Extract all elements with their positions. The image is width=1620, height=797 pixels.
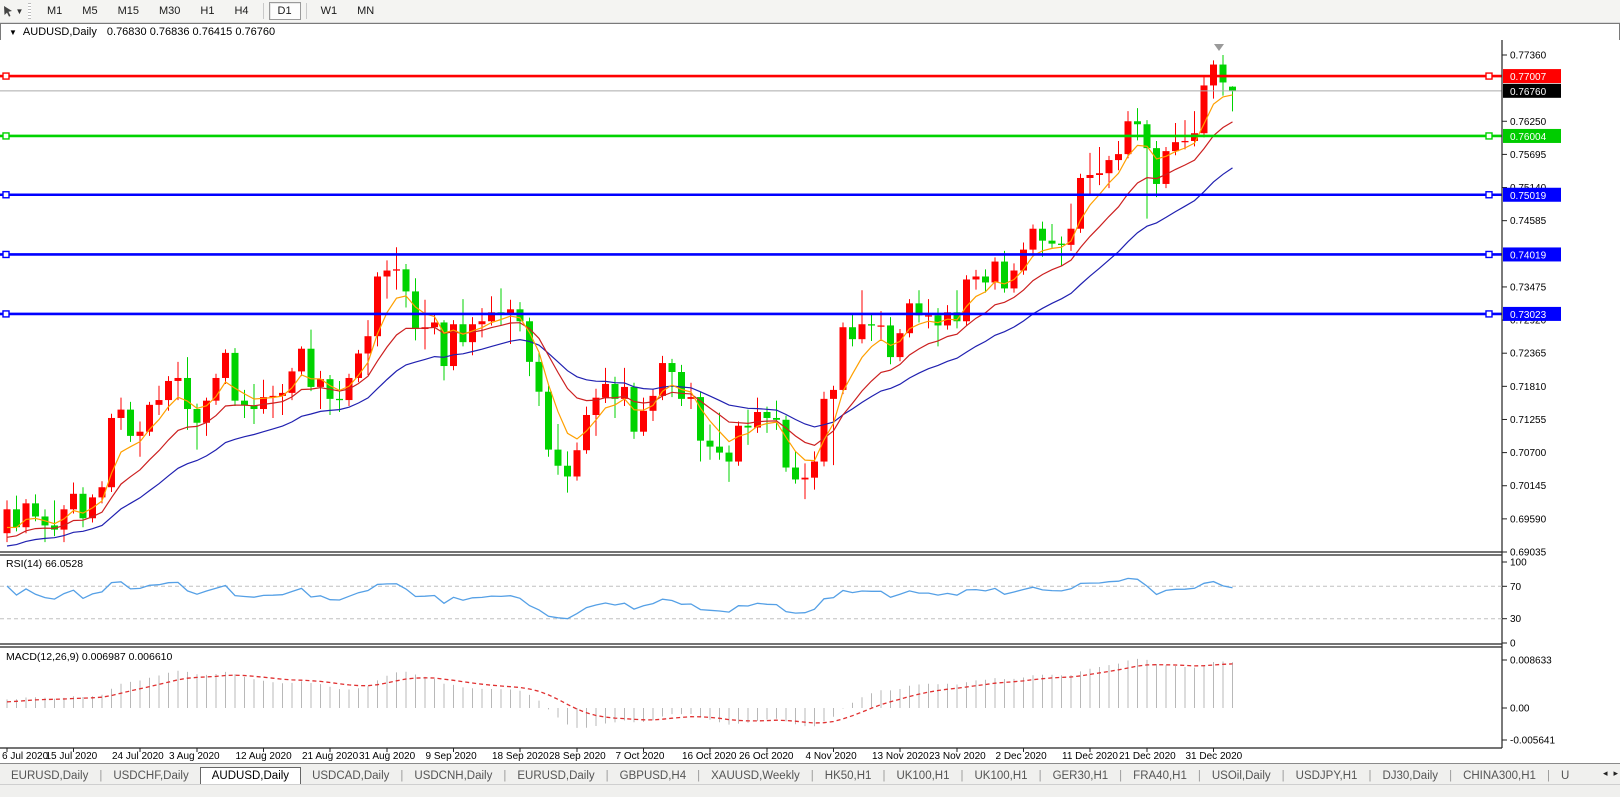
symbol-tab-usdcnh-daily[interactable]: USDCNH,Daily [403, 767, 503, 785]
timeframe-button-d1[interactable]: D1 [268, 2, 301, 20]
collapse-triangle-icon[interactable]: ▼ [9, 28, 17, 37]
rsi-axis-label: 70 [1510, 582, 1522, 593]
date-axis-label: 11 Dec 2020 [1062, 751, 1118, 762]
symbol-tab-audusd-daily[interactable]: AUDUSD,Daily [199, 767, 302, 785]
tabs-scroll-right-button[interactable]: ▸ [1613, 768, 1618, 779]
hline-handle[interactable] [2, 310, 10, 318]
symbol-tab-usoil-daily[interactable]: USOil,Daily [1201, 767, 1282, 785]
timeframe-button-m1[interactable]: M1 [38, 2, 71, 20]
chart-ohlc-readout: 0.76830 0.76836 0.76415 0.76760 [106, 26, 276, 38]
date-axis-label: 16 Oct 2020 [682, 751, 737, 762]
price-axis-label: 0.70700 [1510, 448, 1547, 459]
symbol-tab-uk100-h1[interactable]: UK100,H1 [964, 767, 1039, 785]
macd-axis-label: -0.005641 [1510, 736, 1555, 747]
symbol-tab-usdjpy-h1[interactable]: USDJPY,H1 [1285, 767, 1369, 785]
hline-handle[interactable] [2, 72, 10, 80]
timeframe-button-m30[interactable]: M30 [150, 2, 189, 20]
symbol-tab-usdcad-daily[interactable]: USDCAD,Daily [301, 767, 400, 785]
symbol-tab-xauusd-weekly[interactable]: XAUUSD,Weekly [700, 767, 811, 785]
timeframe-button-h4[interactable]: H4 [225, 2, 257, 20]
tabs-scroll-left-button[interactable]: ◂ [1603, 768, 1608, 779]
date-axis-label: 4 Nov 2020 [806, 751, 858, 762]
hline-handle[interactable] [1485, 191, 1493, 199]
price-axis-label: 0.69590 [1510, 514, 1547, 525]
price-axis-label: 0.72365 [1510, 349, 1547, 360]
date-axis-label: 28 Sep 2020 [549, 751, 606, 762]
price-badge-label: 0.76760 [1510, 87, 1547, 98]
date-axis-label: 3 Aug 2020 [169, 751, 220, 762]
rsi-axis-label: 100 [1510, 558, 1527, 569]
date-axis-label: 23 Nov 2020 [929, 751, 986, 762]
date-axis-label: 21 Aug 2020 [302, 751, 359, 762]
date-axis-label: 31 Dec 2020 [1186, 751, 1243, 762]
symbol-tab-dj30-daily[interactable]: DJ30,Daily [1371, 767, 1449, 785]
chart-canvas[interactable]: 0.773600.762500.756950.751400.745850.734… [0, 40, 1620, 762]
price-axis-label: 0.74585 [1510, 216, 1547, 227]
macd-axis-label: 0.00 [1510, 704, 1530, 715]
toolbar-separator [305, 3, 307, 19]
price-axis-label: 0.75695 [1510, 150, 1547, 161]
price-axis-label: 0.76250 [1510, 117, 1547, 128]
date-axis-label: 15 Jul 2020 [46, 751, 98, 762]
macd-indicator-label: MACD(12,26,9) 0.006987 0.006610 [6, 651, 173, 663]
price-axis-label: 0.71810 [1510, 382, 1547, 393]
date-axis-label: 6 Jul 2020 [2, 751, 49, 762]
symbol-tab-gbpusd-h4[interactable]: GBPUSD,H4 [609, 767, 697, 785]
hline-handle[interactable] [2, 250, 10, 259]
chart-symbol-title: AUDUSD,Daily [22, 26, 97, 38]
price-axis-label: 0.70145 [1510, 481, 1547, 492]
toolbar-separator [262, 3, 264, 19]
cursor-icon [3, 5, 14, 17]
chart-window-titlebar: ▼ AUDUSD,Daily 0.76830 0.76836 0.76415 0… [0, 23, 1620, 41]
symbol-tab-bar: EURUSD,Daily | USDCHF,Daily AUDUSD,Daily USD… [0, 763, 1620, 785]
toolbar-grip[interactable] [28, 3, 31, 19]
cursor-tool-button[interactable]: ▼ [0, 1, 26, 21]
rsi-axis-label: 30 [1510, 614, 1522, 625]
symbol-tab-fra40-h1[interactable]: FRA40,H1 [1122, 767, 1198, 785]
price-badge-label: 0.74019 [1510, 250, 1547, 261]
rsi-indicator-label: RSI(14) 66.0528 [6, 558, 83, 570]
symbol-tab-usdchf-daily[interactable]: USDCHF,Daily [102, 767, 199, 785]
price-badge-label: 0.77007 [1510, 72, 1547, 83]
symbol-tab-eurusd-daily[interactable]: EURUSD,Daily [506, 767, 605, 785]
hline-handle[interactable] [1485, 310, 1493, 318]
date-axis-label: 7 Oct 2020 [616, 751, 665, 762]
symbol-tab-hk50-h1[interactable]: HK50,H1 [814, 767, 883, 785]
timeframe-button-w1[interactable]: W1 [312, 2, 347, 20]
timeframe-button-m5[interactable]: M5 [73, 2, 106, 20]
date-axis-label: 13 Nov 2020 [872, 751, 929, 762]
date-axis-label: 21 Dec 2020 [1119, 751, 1176, 762]
hline-handle[interactable] [2, 132, 10, 140]
symbol-tab-uk100-h1[interactable]: UK100,H1 [885, 767, 960, 785]
symbol-tab-eurusd-daily[interactable]: EURUSD,Daily [0, 767, 99, 785]
hline-handle[interactable] [2, 191, 10, 199]
timeframe-button-mn[interactable]: MN [348, 2, 383, 20]
macd-axis-label: 0.008633 [1510, 656, 1552, 667]
date-axis-label: 18 Sep 2020 [492, 751, 549, 762]
price-axis-label: 0.71255 [1510, 415, 1547, 426]
date-axis-label: 2 Dec 2020 [996, 751, 1048, 762]
price-badge-label: 0.76004 [1510, 132, 1547, 143]
price-axis-label: 0.77360 [1510, 51, 1547, 62]
price-badge-label: 0.75019 [1510, 191, 1547, 202]
hline-handle[interactable] [1485, 250, 1493, 259]
date-axis-label: 31 Aug 2020 [359, 751, 416, 762]
hline-handle[interactable] [1485, 132, 1493, 140]
symbol-tab-ger30-h1[interactable]: GER30,H1 [1042, 767, 1120, 785]
status-bar [0, 784, 1620, 797]
timeframe-button-m15[interactable]: M15 [109, 2, 148, 20]
timeframe-button-h1[interactable]: H1 [191, 2, 223, 20]
symbol-tab-u[interactable]: U [1550, 767, 1580, 785]
chevron-down-icon: ▼ [15, 6, 24, 16]
price-axis-label: 0.73475 [1510, 282, 1547, 293]
rsi-axis-label: 0 [1510, 639, 1516, 650]
date-axis-label: 9 Sep 2020 [426, 751, 478, 762]
price-badge-label: 0.73023 [1510, 310, 1547, 321]
symbol-tab-china300-h1[interactable]: CHINA300,H1 [1452, 767, 1547, 785]
date-axis-label: 26 Oct 2020 [739, 751, 794, 762]
toolbar: ▼ M1 M5 M15 M30 H1 H4 D1 W1 MN [0, 0, 1620, 23]
date-axis-label: 12 Aug 2020 [236, 751, 293, 762]
hline-handle[interactable] [1485, 72, 1493, 80]
date-axis-label: 24 Jul 2020 [112, 751, 164, 762]
